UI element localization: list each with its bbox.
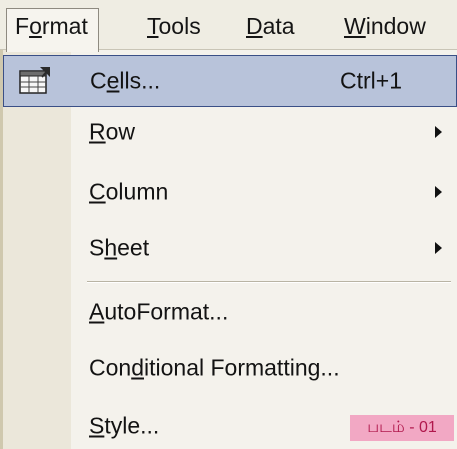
- menu-item-conditional-formatting[interactable]: Conditional Formatting...: [3, 342, 457, 394]
- menu-format[interactable]: Format: [6, 8, 99, 52]
- menu-format-label-post: rmat: [41, 13, 88, 39]
- column-label-post: olumn: [105, 178, 169, 205]
- menu-format-label-pre: F: [15, 13, 30, 39]
- menu-item-conditional-formatting-label: Conditional Formatting...: [89, 355, 340, 382]
- style-label-post: tyle...: [104, 412, 160, 439]
- format-cells-icon: [19, 67, 50, 94]
- menu-item-row[interactable]: Row: [3, 106, 457, 158]
- column-label-accel: C: [89, 178, 106, 205]
- autoformat-label-post: utoFormat...: [104, 298, 229, 325]
- menu-item-autoformat[interactable]: AutoFormat...: [3, 286, 457, 338]
- format-dropdown-menu: Cells... Ctrl+1 Row Column Sheet AutoFor…: [0, 50, 457, 449]
- menu-item-cells[interactable]: Cells... Ctrl+1: [3, 55, 457, 107]
- menu-window[interactable]: Window: [344, 11, 426, 47]
- menu-item-column[interactable]: Column: [3, 166, 457, 218]
- cells-label-accel: e: [106, 67, 120, 94]
- cells-label-post: lls...: [119, 67, 161, 94]
- submenu-arrow-icon: [435, 126, 442, 138]
- menu-item-column-label: Column: [89, 179, 168, 206]
- conditional-label-post: itional Formatting...: [144, 354, 340, 381]
- menu-item-cells-shortcut: Ctrl+1: [340, 67, 402, 94]
- menu-format-label-accel: o: [29, 13, 42, 39]
- menu-window-label-post: indow: [365, 13, 426, 39]
- menu-item-autoformat-label: AutoFormat...: [89, 299, 228, 326]
- row-label-accel: R: [89, 118, 106, 145]
- menu-item-sheet-label: Sheet: [89, 235, 149, 262]
- menu-tools-label-post: ools: [158, 13, 201, 39]
- figure-label: படம் - 01: [350, 415, 454, 441]
- style-label-accel: S: [89, 412, 105, 439]
- excel-format-menu-screenshot: Format Tools Data Window Cells... Ctrl+1…: [0, 0, 457, 449]
- sheet-label-pre: S: [89, 234, 105, 261]
- conditional-label-pre: Con: [89, 354, 132, 381]
- menu-window-label-accel: W: [344, 13, 366, 39]
- menu-item-row-label: Row: [89, 119, 135, 146]
- submenu-arrow-icon: [435, 242, 442, 254]
- menu-data[interactable]: Data: [246, 11, 295, 47]
- menu-data-label-post: ata: [262, 13, 295, 39]
- menu-tools[interactable]: Tools: [147, 11, 201, 47]
- cells-label-pre: C: [90, 67, 107, 94]
- menu-tools-label-accel: T: [147, 13, 159, 39]
- menu-data-label-accel: D: [246, 13, 263, 39]
- menu-item-cells-label: Cells...: [90, 68, 160, 95]
- autoformat-label-accel: A: [89, 298, 105, 325]
- conditional-label-accel: d: [131, 354, 144, 381]
- menu-separator: [87, 281, 451, 283]
- row-label-post: ow: [105, 118, 136, 145]
- sheet-label-post: eet: [117, 234, 150, 261]
- menu-bar: Format Tools Data Window: [0, 0, 457, 52]
- menu-item-style-label: Style...: [89, 413, 159, 440]
- menu-item-sheet[interactable]: Sheet: [3, 222, 457, 274]
- sheet-label-accel: h: [104, 234, 118, 261]
- submenu-arrow-icon: [435, 186, 442, 198]
